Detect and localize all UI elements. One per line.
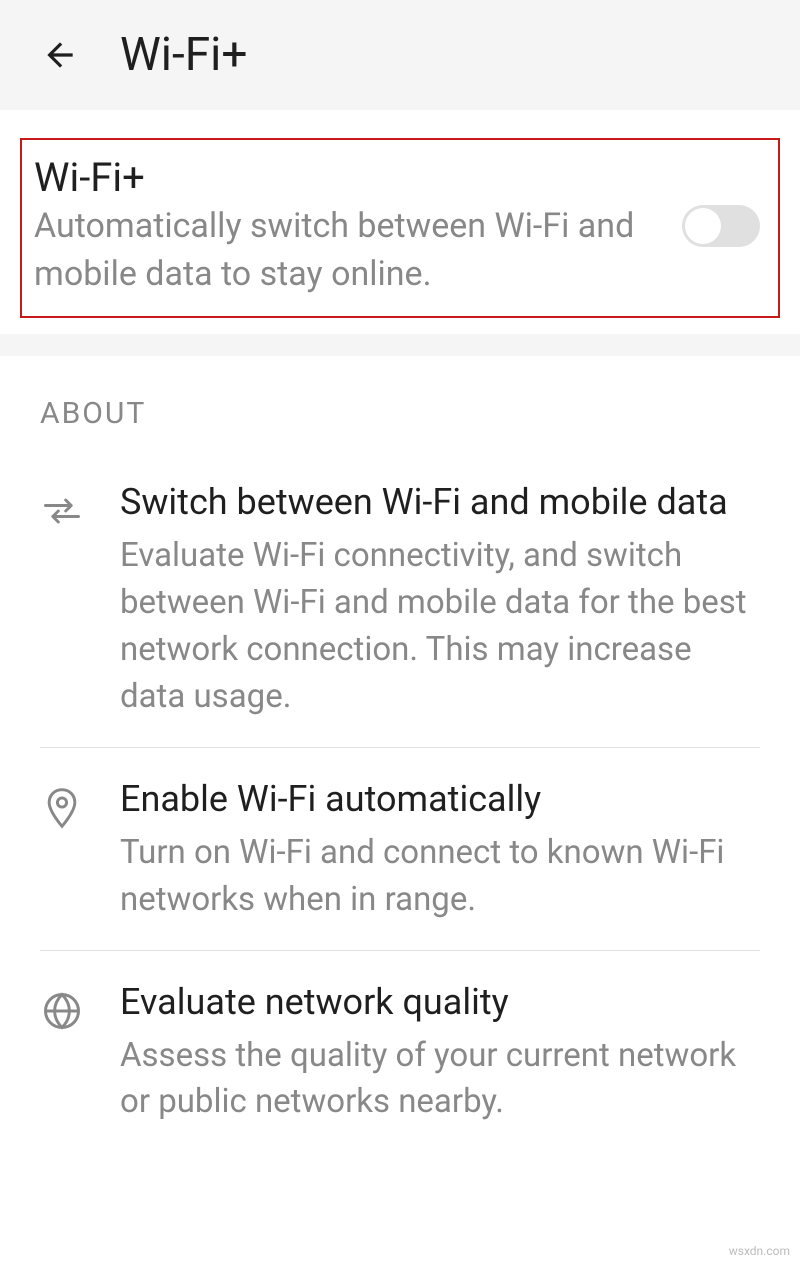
wifi-plus-setting-row[interactable]: Wi-Fi+ Automatically switch between Wi-F… [20, 138, 780, 318]
about-heading: ABOUT [40, 396, 760, 431]
swap-icon [40, 479, 84, 533]
location-icon [40, 776, 84, 830]
about-item-text: Evaluate network quality Assess the qual… [120, 979, 760, 1127]
about-item-title: Enable Wi-Fi automatically [120, 776, 760, 822]
wifi-plus-toggle[interactable] [682, 205, 760, 247]
toggle-knob [685, 208, 721, 244]
globe-icon [40, 979, 84, 1033]
wifi-plus-text: Wi-Fi+ Automatically switch between Wi-F… [34, 154, 662, 298]
page-title: Wi-Fi+ [120, 28, 247, 82]
wifi-plus-title: Wi-Fi+ [34, 154, 662, 201]
about-item-title: Evaluate network quality [120, 979, 760, 1025]
about-item-description: Evaluate Wi-Fi connectivity, and switch … [120, 533, 760, 720]
about-item-description: Turn on Wi-Fi and connect to known Wi-Fi… [120, 830, 760, 924]
watermark: wsxdn.com [729, 1244, 790, 1258]
about-item-text: Switch between Wi-Fi and mobile data Eva… [120, 479, 760, 721]
about-section: ABOUT Switch between Wi-Fi and mobile da… [0, 356, 800, 1126]
about-item-network-quality: Evaluate network quality Assess the qual… [40, 979, 760, 1127]
about-item-title: Switch between Wi-Fi and mobile data [120, 479, 760, 525]
about-item-enable-wifi: Enable Wi-Fi automatically Turn on Wi-Fi… [40, 776, 760, 951]
wifi-plus-description: Automatically switch between Wi-Fi and m… [34, 203, 662, 298]
about-item-text: Enable Wi-Fi automatically Turn on Wi-Fi… [120, 776, 760, 924]
section-divider [0, 334, 800, 356]
app-header: Wi-Fi+ [0, 0, 800, 110]
back-arrow-icon [41, 36, 79, 74]
about-item-switch: Switch between Wi-Fi and mobile data Eva… [40, 479, 760, 748]
about-item-description: Assess the quality of your current netwo… [120, 1033, 760, 1127]
back-button[interactable] [40, 35, 80, 75]
